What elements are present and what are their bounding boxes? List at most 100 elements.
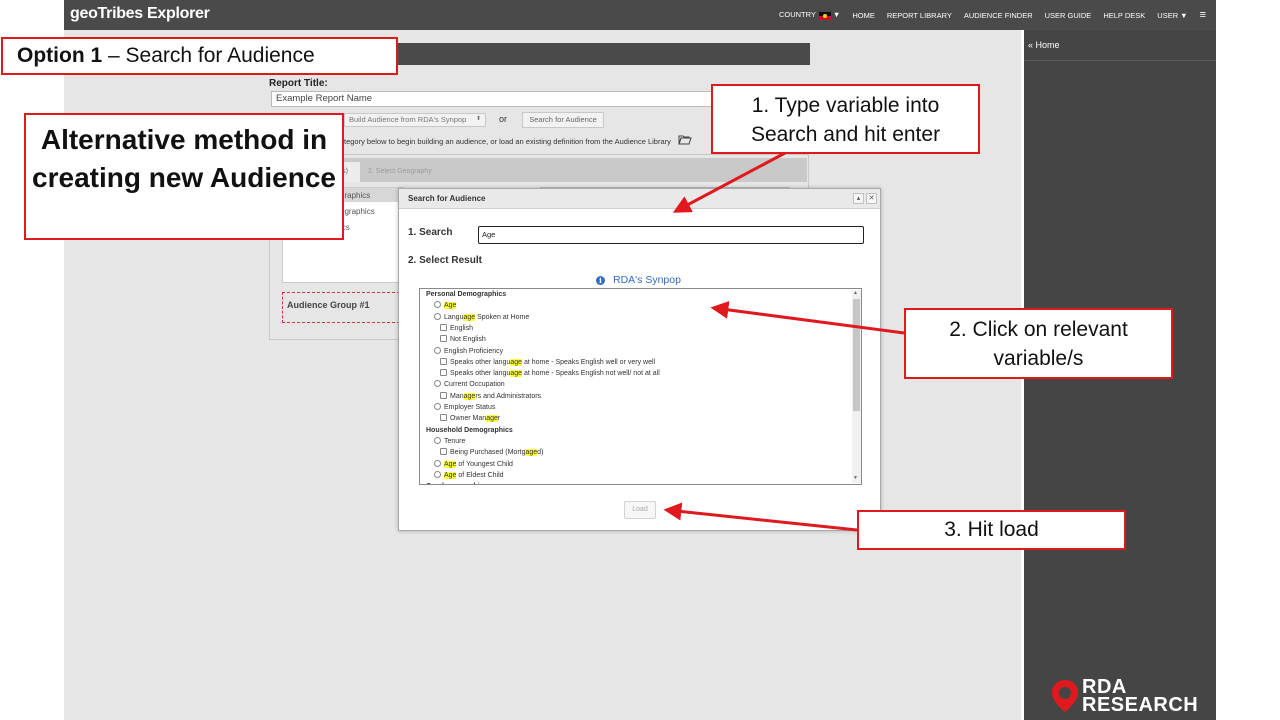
scroll-up-icon[interactable]: ▲ xyxy=(853,290,858,296)
result-item[interactable]: Language Spoken at Home xyxy=(434,312,530,323)
step1-line1: 1. Type variable into xyxy=(751,94,940,117)
option-callout: Option 1 – Search for Audience xyxy=(1,37,398,75)
search-match-highlight: Age xyxy=(444,302,457,310)
result-item[interactable]: Age of Youngest Child xyxy=(434,459,513,470)
result-group-heading: Geodemographics xyxy=(426,482,487,484)
result-text: Spoken at Home xyxy=(475,313,530,321)
step2-line1: 2. Click on relevant xyxy=(949,318,1128,341)
nav-home[interactable]: HOME xyxy=(852,11,875,20)
result-item[interactable]: Speaks other language at home - Speaks E… xyxy=(440,369,660,379)
audience-group-label: Audience Group #1 xyxy=(287,300,370,310)
search-match-highlight: age xyxy=(463,313,476,321)
nav-user[interactable]: USER ▼ xyxy=(1157,11,1187,20)
info-icon[interactable]: i xyxy=(596,275,605,285)
scrollbar-thumb[interactable] xyxy=(853,299,860,411)
result-item[interactable]: Age of Eldest Child xyxy=(434,470,504,481)
result-text: at home - Speaks English not well/ not a… xyxy=(522,370,660,378)
tab-select-geography[interactable]: 2. Select Geography xyxy=(368,162,458,182)
step3-callout: 3. Hit load xyxy=(857,510,1126,550)
search-for-audience-dialog: Search for Audience ▴ ✕ 1. Search Age 2.… xyxy=(398,188,881,531)
checkbox[interactable] xyxy=(440,335,447,343)
build-audience-select[interactable]: Build Audience from RDA's Synpop ⬍ xyxy=(344,113,486,127)
result-item[interactable]: Tenure xyxy=(434,436,465,447)
result-item[interactable]: Employer Status xyxy=(434,403,495,413)
result-text: Speaks other langu xyxy=(450,370,511,378)
search-step-label: 1. Search xyxy=(408,227,453,238)
result-text: at home - Speaks English well or very we… xyxy=(522,358,656,366)
nav-audience-finder[interactable]: AUDIENCE FINDER xyxy=(964,11,1033,20)
radio-button[interactable] xyxy=(434,403,441,410)
result-text: r xyxy=(497,415,501,423)
search-match-highlight: Age xyxy=(444,460,457,468)
category-item[interactable]: graphics xyxy=(340,191,370,200)
result-text: English Proficiency xyxy=(444,347,504,355)
result-item[interactable]: Managers and Administrators xyxy=(440,391,542,402)
checkbox[interactable] xyxy=(440,357,447,365)
load-button[interactable]: Load xyxy=(624,501,656,519)
result-item[interactable]: English Proficiency xyxy=(434,346,504,357)
tutorial-slide: geoTribes Explorer COUNTRY ▼ HOME REPORT … xyxy=(0,0,1280,720)
checkbox[interactable] xyxy=(440,323,447,331)
app-title[interactable]: geoTribes Explorer xyxy=(70,5,210,23)
result-item[interactable]: Age xyxy=(434,301,457,311)
search-match-highlight: age xyxy=(486,415,498,423)
divider xyxy=(1024,60,1216,61)
result-text: Not English xyxy=(450,336,486,344)
results-scrollbar[interactable]: ▲ ▼ xyxy=(852,290,861,483)
result-text: Man xyxy=(450,392,464,400)
result-item[interactable]: Speaks other language at home - Speaks E… xyxy=(440,357,656,368)
search-input[interactable]: Age xyxy=(478,226,864,244)
report-title-label: Report Title: xyxy=(269,78,328,89)
checkbox[interactable] xyxy=(440,369,447,377)
nav-menu: COUNTRY ▼ HOME REPORT LIBRARY AUDIENCE FI… xyxy=(779,0,1206,30)
close-icon[interactable]: ✕ xyxy=(866,193,877,204)
option-callout-bold: Option 1 xyxy=(17,44,103,67)
result-text: rs and Administrators xyxy=(475,392,542,400)
result-text: English xyxy=(450,324,473,332)
result-item[interactable]: Not English xyxy=(440,335,486,345)
radio-button[interactable] xyxy=(434,380,441,388)
result-item[interactable]: Owner Manager xyxy=(440,414,500,424)
result-item[interactable]: English xyxy=(440,323,473,334)
report-title-input[interactable]: Example Report Name xyxy=(271,91,717,107)
checkbox[interactable] xyxy=(440,414,447,422)
nav-user-guide[interactable]: USER GUIDE xyxy=(1045,11,1092,20)
checkbox[interactable] xyxy=(440,448,447,456)
minimize-icon[interactable]: ▴ xyxy=(853,193,864,204)
result-item[interactable]: Current Occupation xyxy=(434,380,505,390)
map-pin-icon xyxy=(1052,680,1078,712)
flag-icon xyxy=(818,11,831,20)
search-for-audience-button[interactable]: Search for Audience xyxy=(522,112,604,128)
nav-country[interactable]: COUNTRY ▼ xyxy=(778,10,840,20)
select-result-step-label: 2. Select Result xyxy=(408,255,482,266)
radio-button[interactable] xyxy=(434,436,441,444)
scroll-down-icon[interactable]: ▼ xyxy=(853,475,858,481)
nav-country-label: COUNTRY xyxy=(778,10,816,20)
nav-help-desk[interactable]: HELP DESK xyxy=(1103,11,1145,20)
dialog-titlebar[interactable]: Search for Audience ▴ ✕ xyxy=(399,189,880,209)
data-source-link[interactable]: RDA's Synpop xyxy=(613,274,681,286)
result-text: Being Purchased (Mortg xyxy=(450,449,526,457)
radio-button[interactable] xyxy=(434,312,441,320)
result-text: Employer Status xyxy=(444,404,496,411)
search-match-highlight: age xyxy=(463,392,476,400)
result-group-heading: Personal Demographics xyxy=(426,291,507,298)
radio-button[interactable] xyxy=(434,470,441,478)
radio-button[interactable] xyxy=(434,459,441,467)
result-text: d) xyxy=(537,449,544,457)
search-match-highlight: age xyxy=(510,370,523,378)
category-item[interactable]: ographics xyxy=(340,207,375,216)
nav-report-library[interactable]: REPORT LIBRARY xyxy=(887,11,952,20)
folder-open-icon[interactable] xyxy=(678,135,692,145)
select-arrows-icon: ⬍ xyxy=(475,116,481,122)
search-match-highlight: age xyxy=(525,449,538,457)
radio-button[interactable] xyxy=(434,346,441,354)
checkbox[interactable] xyxy=(440,391,447,399)
radio-button[interactable] xyxy=(434,301,441,309)
result-item[interactable]: Being Purchased (Mortgaged) xyxy=(440,448,543,458)
hamburger-menu-icon[interactable]: ≡ xyxy=(1200,9,1206,21)
step2-callout: 2. Click on relevant variable/s xyxy=(904,308,1173,379)
chevron-down-icon: ▼ xyxy=(1180,10,1188,20)
sidepanel-home-link[interactable]: « Home xyxy=(1028,40,1060,50)
logo-text-line2: RESEARCH xyxy=(1082,694,1199,716)
